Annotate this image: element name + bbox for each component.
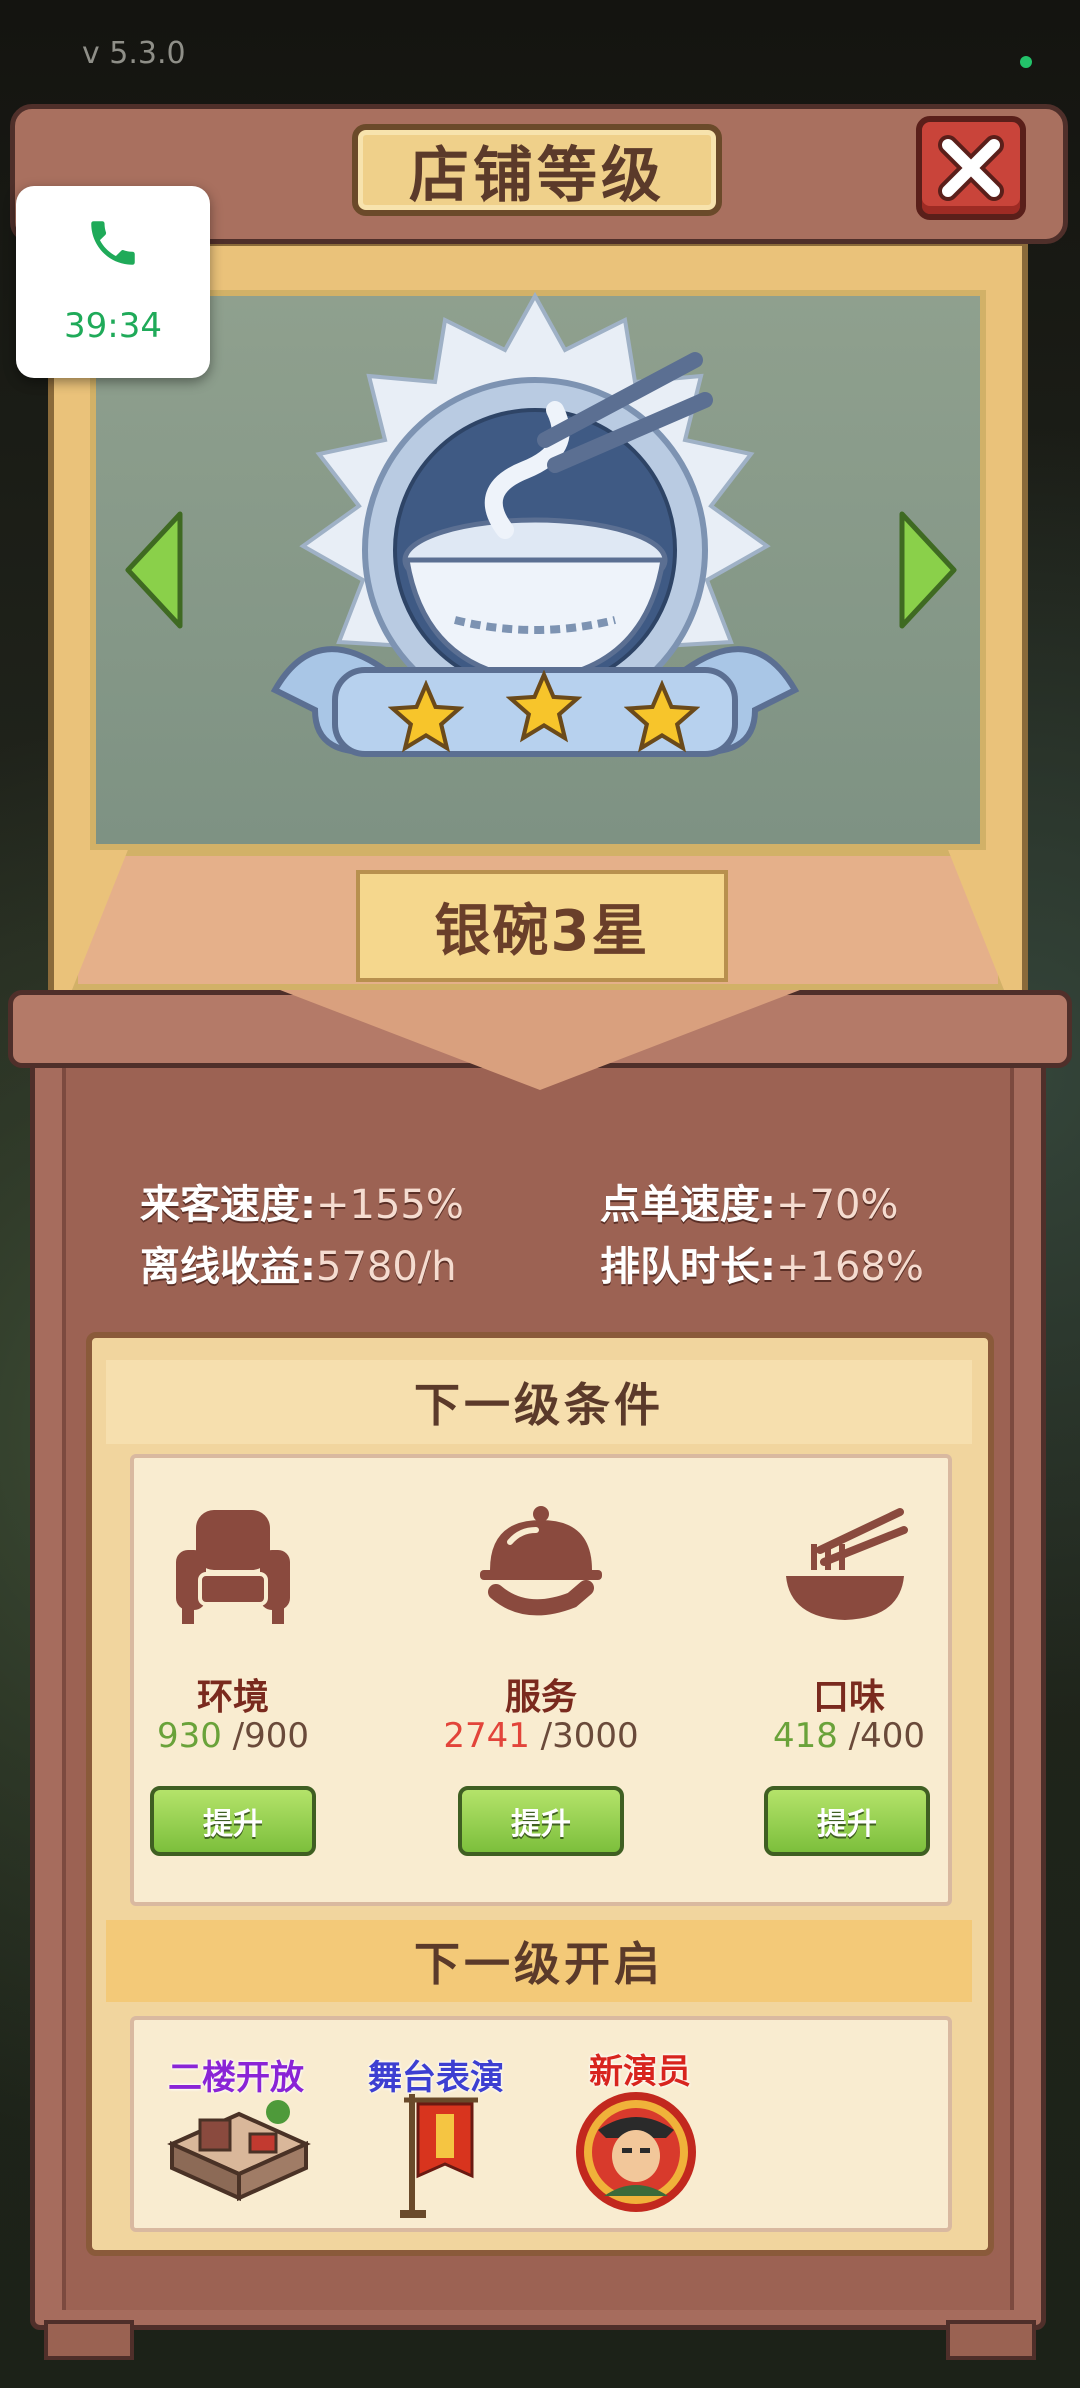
condition-target: /400 (848, 1716, 926, 1756)
close-x-icon (938, 135, 1004, 201)
prev-level-arrow-icon[interactable] (124, 510, 184, 630)
close-button[interactable] (916, 116, 1026, 220)
star-icon (624, 680, 700, 753)
stat-queue-duration: 排队时长:+168% (600, 1234, 924, 1292)
condition-progress: 930 /900 (113, 1716, 353, 1756)
title-plaque: 店铺等级 (352, 124, 722, 216)
cabinet-foot-left (44, 2320, 134, 2360)
status-indicator-dot (1020, 56, 1032, 68)
phone-icon (91, 221, 135, 265)
serving-cloche-icon (480, 1506, 602, 1616)
version-label: v 5.3.0 (82, 36, 186, 71)
condition-name: 服务 (504, 1677, 577, 1718)
stat-value: +70% (776, 1182, 899, 1228)
upgrade-taste-button[interactable]: 提升 (764, 1786, 930, 1856)
upgrade-service-button[interactable]: 提升 (458, 1786, 624, 1856)
silver-bowl-medal-icon (270, 291, 800, 757)
star-icon (388, 680, 464, 753)
stat-label: 点单速度: (600, 1182, 776, 1228)
stat-label: 排队时长: (600, 1244, 776, 1290)
stat-value: +155% (316, 1182, 464, 1228)
stat-offline-income: 离线收益:5780/h (140, 1234, 457, 1292)
condition-progress: 418 /400 (729, 1716, 969, 1756)
stat-label: 来客速度: (140, 1182, 316, 1228)
next-level-arrow-icon[interactable] (898, 510, 958, 630)
dialog-title: 店铺等级 (409, 140, 665, 211)
stat-value: +168% (776, 1244, 924, 1290)
condition-current: 2741 (443, 1716, 530, 1756)
stage-banner-icon (400, 2094, 478, 2218)
stat-order-speed: 点单速度:+70% (600, 1172, 898, 1230)
next-conditions-heading: 下一级条件 (414, 1378, 664, 1432)
condition-current: 418 (772, 1716, 838, 1756)
condition-name: 口味 (812, 1677, 885, 1718)
second-floor-room-icon (167, 2100, 311, 2202)
condition-current: 930 (156, 1716, 222, 1756)
stat-label: 离线收益: (140, 1244, 316, 1290)
call-timer: 39:34 (64, 306, 162, 346)
condition-target: /3000 (540, 1716, 639, 1756)
stat-value: 5780/h (316, 1244, 457, 1290)
cabinet-foot-right (946, 2320, 1036, 2360)
noodle-bowl-icon (786, 1508, 908, 1620)
condition-target: /900 (232, 1716, 310, 1756)
stat-customer-speed: 来客速度:+155% (140, 1172, 464, 1230)
upgrade-environment-button[interactable]: 提升 (150, 1786, 316, 1856)
star-icon (506, 670, 582, 743)
level-plaque: 银碗3星 (356, 870, 728, 982)
armchair-icon (176, 1510, 290, 1624)
unlock-label: 二楼开放 (168, 2058, 304, 2098)
actor-portrait-icon (576, 2092, 696, 2212)
level-name: 银碗3星 (434, 898, 650, 964)
condition-name: 环境 (196, 1677, 269, 1718)
unlock-label: 新演员 (589, 2052, 691, 2092)
next-unlocks-heading: 下一级开启 (414, 1937, 664, 1991)
condition-progress: 2741 /3000 (421, 1716, 661, 1756)
